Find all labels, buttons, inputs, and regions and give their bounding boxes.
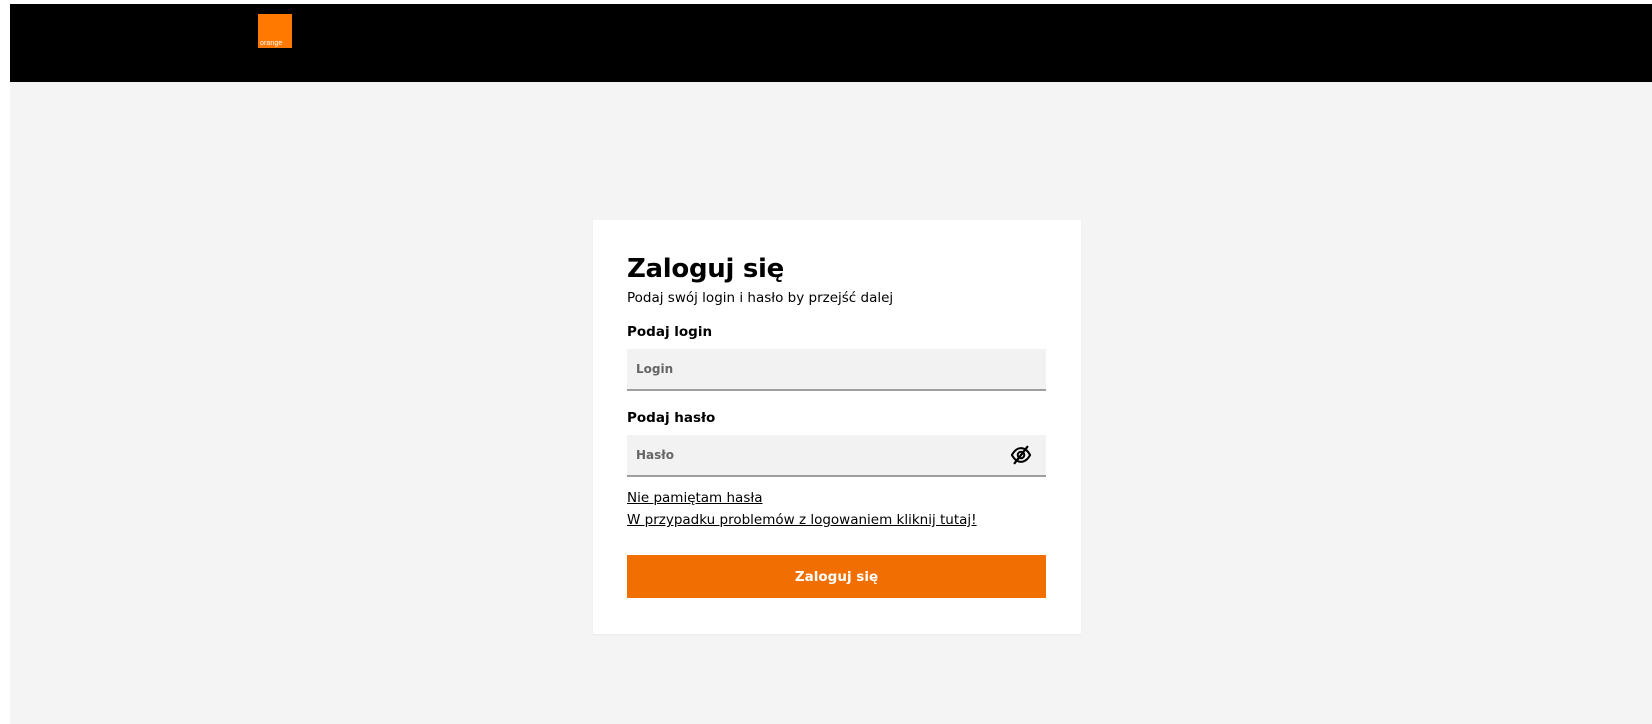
- page-frame: orange Zaloguj się Podaj swój login i ha…: [10, 4, 1652, 724]
- login-help-link[interactable]: W przypadku problemów z logowaniem klikn…: [627, 509, 1046, 531]
- eye-slash-icon[interactable]: [1010, 445, 1032, 465]
- header-bar: orange: [10, 4, 1652, 82]
- login-subtitle: Podaj swój login i hasło by przejść dale…: [627, 290, 894, 306]
- password-field-wrapper: [627, 435, 1046, 477]
- page-title: Zaloguj się: [627, 254, 784, 284]
- login-input[interactable]: [627, 349, 1046, 389]
- password-input[interactable]: [627, 435, 1046, 475]
- login-button[interactable]: Zaloguj się: [627, 555, 1046, 598]
- login-label: Podaj login: [627, 324, 713, 340]
- password-label: Podaj hasło: [627, 410, 716, 426]
- login-form: Zaloguj się Podaj swój login i hasło by …: [627, 254, 1046, 598]
- logo-text: orange: [260, 40, 283, 47]
- main-content: Zaloguj się Podaj swój login i hasło by …: [10, 82, 1652, 724]
- help-links: Nie pamiętam hasła W przypadku problemów…: [627, 487, 1046, 531]
- forgot-password-link[interactable]: Nie pamiętam hasła: [627, 487, 1046, 509]
- login-card: Zaloguj się Podaj swój login i hasło by …: [593, 220, 1081, 634]
- login-field-wrapper: [627, 349, 1046, 391]
- orange-logo[interactable]: orange: [258, 14, 292, 48]
